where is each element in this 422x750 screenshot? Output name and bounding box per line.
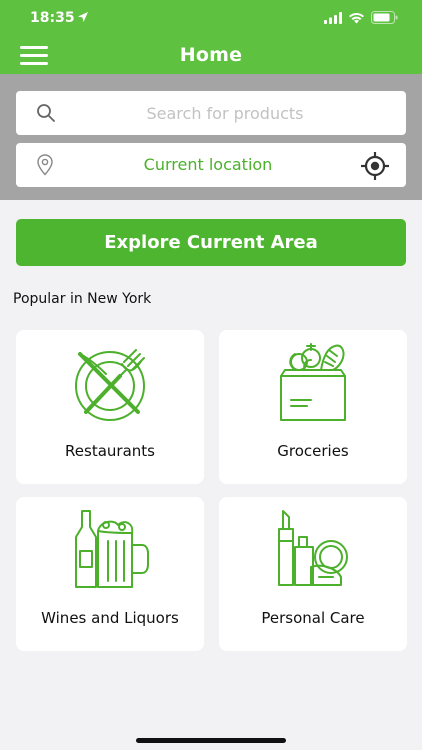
home-indicator	[136, 738, 286, 743]
map-pin-icon	[37, 154, 53, 176]
status-time: 18:35	[30, 10, 75, 26]
status-icons	[324, 11, 398, 24]
location-arrow-icon	[78, 12, 88, 22]
grocery-bag-icon	[280, 343, 346, 421]
popular-section-title: Popular in New York	[13, 291, 152, 307]
page-title: Home	[179, 44, 243, 66]
category-card-wines-and-liquors[interactable]: Wines and Liquors	[16, 497, 204, 651]
cosmetics-icon	[278, 510, 348, 586]
bottle-beer-icon	[75, 510, 149, 588]
locate-me-icon[interactable]	[360, 151, 390, 181]
search-icon	[37, 104, 55, 122]
search-panel: Current location	[0, 74, 422, 200]
home-screen: 18:35 Home Search for products Current l…	[0, 0, 422, 750]
plate-fork-knife-icon	[75, 349, 145, 421]
status-bar: 18:35	[0, 0, 422, 36]
location-field[interactable]: Current location	[16, 143, 406, 187]
category-label: Groceries	[277, 442, 349, 460]
wifi-icon	[349, 12, 364, 23]
category-card-personal-care[interactable]: Personal Care	[219, 497, 407, 651]
category-card-groceries[interactable]: Groceries	[219, 330, 407, 484]
signal-icon	[324, 11, 342, 24]
current-location-label[interactable]: Current location	[60, 155, 356, 174]
category-label: Restaurants	[65, 442, 155, 460]
app-header: 18:35 Home	[0, 0, 422, 74]
category-label: Personal Care	[261, 609, 365, 627]
category-card-restaurants[interactable]: Restaurants	[16, 330, 204, 484]
search-input[interactable]	[60, 91, 390, 135]
battery-icon	[371, 11, 398, 24]
explore-current-area-button[interactable]: Explore Current Area	[16, 219, 406, 266]
category-label: Wines and Liquors	[41, 609, 179, 627]
search-field[interactable]	[16, 91, 406, 135]
